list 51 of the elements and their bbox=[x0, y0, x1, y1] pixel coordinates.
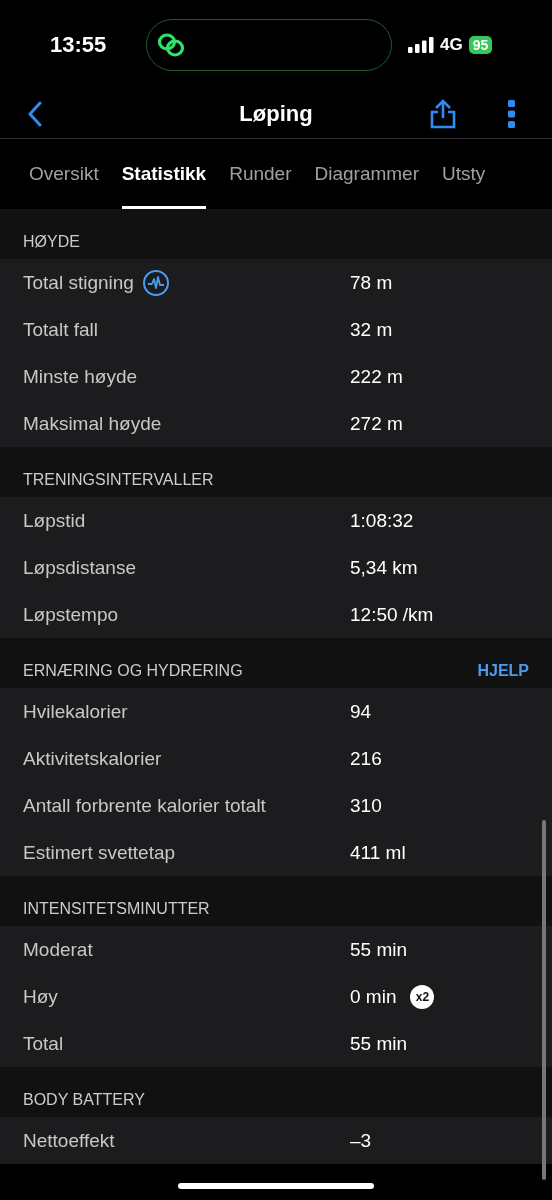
stat-value: –3 bbox=[350, 1129, 372, 1152]
share-icon[interactable] bbox=[430, 99, 456, 129]
multiplier-badge: x2 bbox=[410, 984, 435, 1009]
stat-value: 55 min bbox=[350, 938, 408, 961]
stat-value: 12:50 /km bbox=[350, 603, 434, 626]
stat-value: 216 bbox=[350, 747, 382, 770]
stat-label: Totalt fall bbox=[23, 318, 98, 341]
section-header: TRENINGSINTERVALLER bbox=[23, 471, 214, 489]
network-label: 4G bbox=[440, 35, 463, 55]
stat-value: 0 min bbox=[350, 985, 397, 1008]
stat-label: Total bbox=[23, 1032, 64, 1055]
status-time: 13:55 bbox=[50, 32, 108, 58]
link-icon bbox=[157, 32, 185, 58]
stat-label: Nettoeffekt bbox=[23, 1129, 115, 1152]
stat-value: 411 ml bbox=[350, 841, 406, 864]
help-link[interactable]: HJELP bbox=[477, 662, 529, 680]
battery-indicator: 95 bbox=[468, 36, 493, 54]
screen-title: Løping bbox=[239, 101, 313, 127]
back-icon[interactable] bbox=[28, 101, 42, 127]
heartbeat-icon[interactable] bbox=[141, 268, 170, 297]
tab[interactable]: Utsty bbox=[442, 139, 486, 209]
stat-label: Løpstempo bbox=[23, 603, 119, 626]
tab[interactable]: Oversikt bbox=[29, 139, 99, 209]
stat-value: 222 m bbox=[350, 365, 403, 388]
tab[interactable]: Diagrammer bbox=[314, 139, 420, 209]
stat-label: Løpsdistanse bbox=[23, 556, 136, 579]
signal-icon bbox=[408, 37, 434, 53]
stat-value: 78 m bbox=[350, 271, 393, 294]
stat-value: 272 m bbox=[350, 412, 403, 435]
stat-value: 1:08:32 bbox=[350, 509, 414, 532]
stat-label: Antall forbrente kalorier totalt bbox=[23, 794, 266, 817]
stat-label: Total stigning bbox=[23, 271, 134, 294]
stat-label: Maksimal høyde bbox=[23, 412, 162, 435]
stat-label: Løpstid bbox=[23, 509, 86, 532]
section-header: INTENSITETSMINUTTER bbox=[23, 900, 210, 918]
stat-value: 32 m bbox=[350, 318, 393, 341]
stat-label: Høy bbox=[23, 985, 58, 1008]
stat-value: 94 bbox=[350, 700, 372, 723]
section-header: ERNÆRING OG HYDRERING bbox=[23, 662, 243, 680]
stat-value: 55 min bbox=[350, 1032, 408, 1055]
stat-value: 5,34 km bbox=[350, 556, 418, 579]
more-icon[interactable] bbox=[508, 100, 516, 128]
stat-label: Hvilekalorier bbox=[23, 700, 128, 723]
stat-value: 310 bbox=[350, 794, 382, 817]
section-header: BODY BATTERY bbox=[23, 1091, 145, 1109]
stat-label: Moderat bbox=[23, 938, 93, 961]
stat-label: Estimert svettetap bbox=[23, 841, 176, 864]
section-header: HØYDE bbox=[23, 233, 80, 251]
tab[interactable]: Runder bbox=[229, 139, 292, 209]
stat-label: Aktivitetskalorier bbox=[23, 747, 162, 770]
stat-label: Minste høyde bbox=[23, 365, 138, 388]
